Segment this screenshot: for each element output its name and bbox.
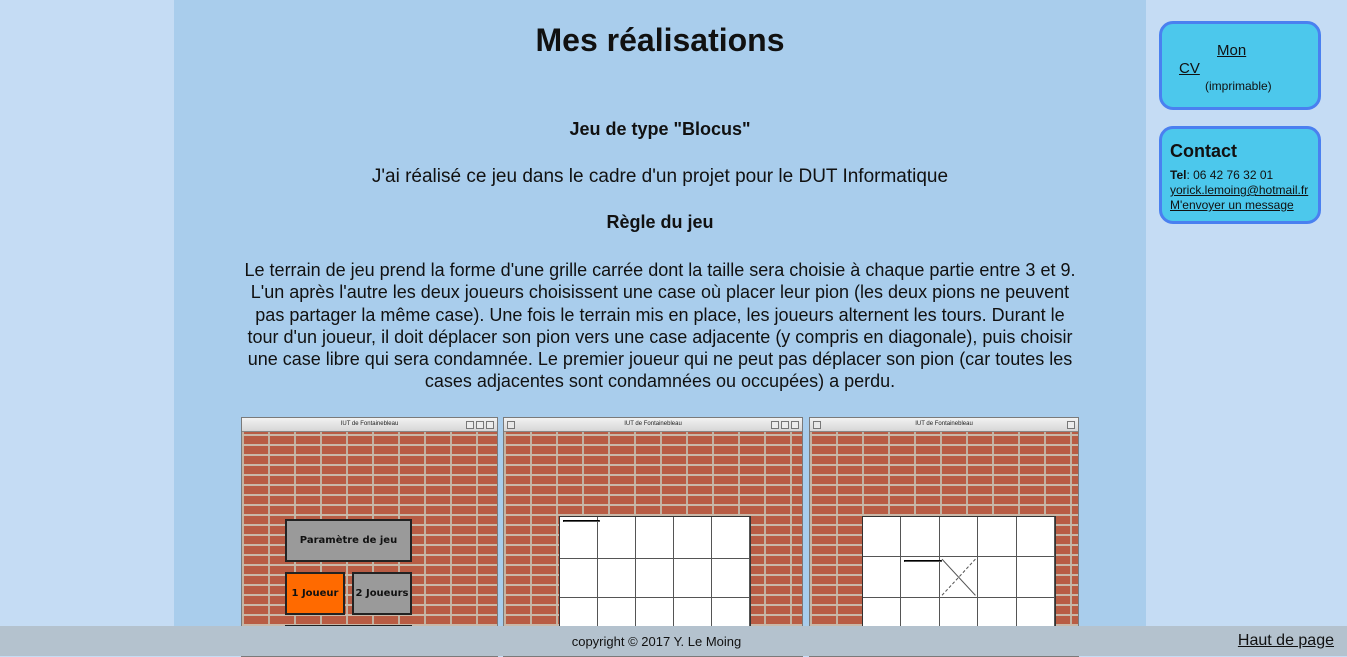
window-title: IUT de Fontainebleau bbox=[340, 421, 399, 427]
project-title: Jeu de type "Blocus" bbox=[569, 119, 751, 139]
settings-button: Paramètre de jeu bbox=[285, 519, 412, 562]
cv-note: (imprimable) bbox=[1205, 79, 1272, 93]
contact-box: Contact Tel: 06 42 76 32 01 yorick.lemoi… bbox=[1159, 126, 1321, 224]
contact-title: Contact bbox=[1170, 141, 1237, 161]
window-title: IUT de Fontainebleau bbox=[915, 421, 973, 427]
page-title: Mes réalisations bbox=[535, 22, 785, 58]
project-intro: J'ai réalisé ce jeu dans le cadre d'un p… bbox=[371, 166, 949, 187]
main-content: Mes réalisations Jeu de type "Blocus" J'… bbox=[174, 0, 1146, 657]
window-menu-icon bbox=[507, 421, 515, 429]
window-titlebar: IUT de Fontainebleau bbox=[242, 418, 497, 432]
window-title: IUT de Fontainebleau bbox=[624, 421, 682, 427]
email-link[interactable]: yorick.lemoing@hotmail.fr bbox=[1170, 183, 1308, 197]
window-buttons-icon bbox=[771, 421, 799, 429]
window-menu-icon bbox=[813, 421, 821, 429]
rules-text: Le terrain de jeu prend la forme d'une g… bbox=[244, 260, 1076, 392]
rules-title: Règle du jeu bbox=[606, 212, 714, 232]
tel-label: Tel bbox=[1170, 168, 1187, 182]
window-buttons-icon bbox=[1067, 421, 1075, 429]
blue-pawn bbox=[904, 559, 942, 562]
brick-background bbox=[504, 432, 802, 656]
screenshot-menu[interactable]: IUT de Fontainebleau Paramètre de jeu 1 … bbox=[241, 417, 498, 657]
screenshot-in-game[interactable]: IUT de Fontainebleau bbox=[809, 417, 1079, 657]
two-players-button: 2 Joueurs bbox=[352, 572, 412, 615]
condemned-cell bbox=[939, 556, 979, 598]
cv-link[interactable]: Mon bbox=[1217, 42, 1246, 59]
one-player-button: 1 Joueur bbox=[285, 572, 345, 615]
window-buttons-icon bbox=[466, 421, 494, 429]
cv-box: Mon CV (imprimable) bbox=[1159, 21, 1321, 110]
tel-value: : 06 42 76 32 01 bbox=[1186, 168, 1274, 182]
window-titlebar: IUT de Fontainebleau bbox=[504, 418, 802, 432]
blue-pawn bbox=[563, 520, 600, 522]
cv-link[interactable]: CV bbox=[1179, 60, 1200, 77]
window-titlebar: IUT de Fontainebleau bbox=[810, 418, 1078, 432]
send-message-link[interactable]: M'envoyer un message bbox=[1170, 198, 1294, 212]
back-to-top-link[interactable]: Haut de page bbox=[1238, 632, 1334, 650]
phone-line: Tel: 06 42 76 32 01 bbox=[1170, 168, 1318, 183]
screenshot-placement[interactable]: IUT de Fontainebleau bbox=[503, 417, 803, 657]
brick-background bbox=[810, 432, 1078, 656]
copyright-text: copyright © 2017 Y. Le Moing bbox=[571, 634, 742, 649]
brick-background: Paramètre de jeu 1 Joueur 2 Joueurs bbox=[242, 432, 497, 656]
footer: copyright © 2017 Y. Le Moing Haut de pag… bbox=[0, 626, 1347, 656]
